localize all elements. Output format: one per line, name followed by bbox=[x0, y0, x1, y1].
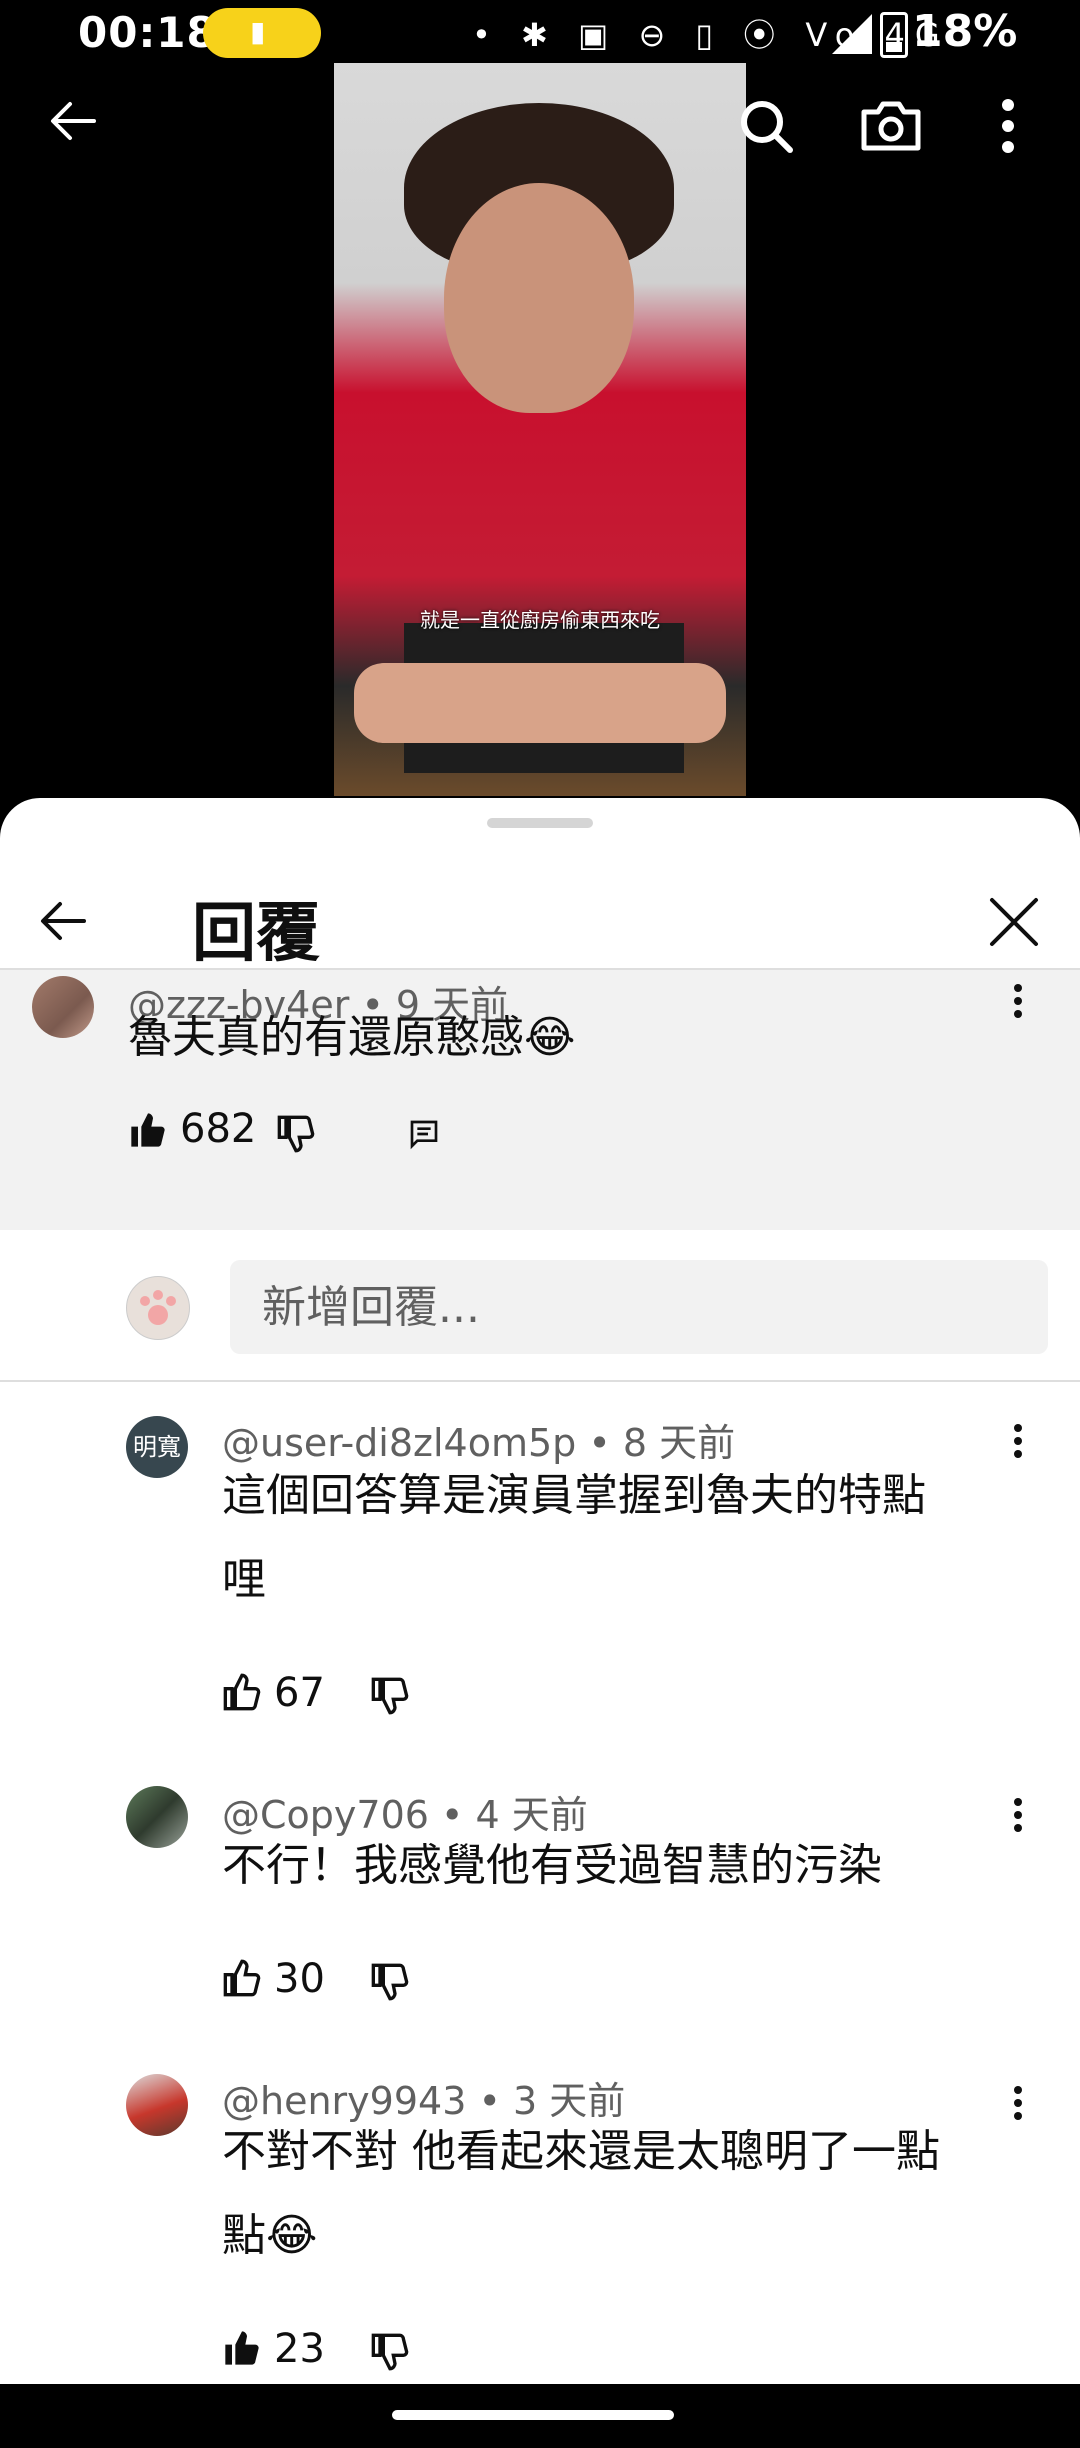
avatar[interactable] bbox=[126, 1786, 188, 1848]
comment-text: 不對不對 他看起來還是太聰明了一點 bbox=[222, 2126, 940, 2177]
more-vertical-icon[interactable] bbox=[1012, 984, 1024, 1018]
like-count: 23 bbox=[274, 2326, 325, 2372]
signal-icon bbox=[832, 14, 872, 54]
more-vertical-icon[interactable] bbox=[1000, 98, 1016, 154]
battery-bolt-icon: ▮ bbox=[250, 15, 266, 48]
thumbs-up-icon[interactable] bbox=[222, 1958, 262, 1998]
comment-text: 這個回答算是演員掌握到魯夫的特點 bbox=[222, 1470, 926, 1521]
thumbs-up-filled-icon[interactable] bbox=[128, 1110, 168, 1150]
avatar[interactable] bbox=[32, 976, 94, 1038]
thumbs-up-filled-icon[interactable] bbox=[222, 2328, 262, 2368]
like-count: 682 bbox=[180, 1106, 257, 1152]
sheet-header: 回覆 bbox=[0, 838, 1080, 971]
thumbs-up-icon[interactable] bbox=[222, 1672, 262, 1712]
close-icon[interactable] bbox=[988, 896, 1040, 948]
my-avatar bbox=[126, 1276, 190, 1340]
sheet-title: 回覆 bbox=[192, 897, 320, 971]
divider bbox=[0, 1380, 1080, 1382]
thumbs-down-icon[interactable] bbox=[370, 1676, 410, 1716]
thumbs-down-icon[interactable] bbox=[276, 1114, 316, 1154]
comment-text-continued: 哩 bbox=[222, 1554, 266, 1605]
battery-saver-pill: ▮ bbox=[203, 8, 321, 58]
comment-text-continued: 點😂 bbox=[222, 2210, 318, 2261]
video-player[interactable]: 就是一直從廚房偷東西來吃 bbox=[334, 63, 746, 796]
like-count: 67 bbox=[274, 1670, 325, 1716]
search-icon[interactable] bbox=[738, 98, 794, 154]
camera-icon[interactable] bbox=[860, 98, 922, 154]
avatar[interactable]: 明寬 bbox=[126, 1416, 188, 1478]
comment-text: 不行！我感覺他有受過智慧的污染 bbox=[222, 1840, 882, 1891]
reply-comment-icon[interactable] bbox=[408, 1118, 440, 1150]
battery-percent: 18% bbox=[912, 6, 1018, 57]
status-bar: 00:18 ▮ • ✱ ▣ ⊖ ▯ ⦿ Vo 4G 18% bbox=[0, 0, 1080, 64]
sheet-drag-handle[interactable] bbox=[487, 818, 593, 828]
reply-input[interactable] bbox=[230, 1260, 1048, 1354]
video-frame-hands bbox=[354, 663, 726, 743]
system-nav-bar bbox=[0, 2384, 1080, 2448]
more-vertical-icon[interactable] bbox=[1012, 1798, 1024, 1832]
replies-sheet: 回覆 @zzz-bv4er • 9 天前 魯夫真的有還原憨感😂 682 新增回覆… bbox=[0, 798, 1080, 2384]
add-reply-row bbox=[0, 1230, 1080, 1380]
video-subtitle: 就是一直從廚房偷東西來吃 bbox=[420, 608, 660, 632]
avatar-initials: 明寬 bbox=[133, 1433, 181, 1461]
like-count: 30 bbox=[274, 1956, 325, 2002]
comment-text: 魯夫真的有還原憨感😂 bbox=[128, 1012, 576, 1063]
back-arrow-icon[interactable] bbox=[38, 898, 88, 944]
back-arrow-icon[interactable] bbox=[48, 96, 98, 146]
avatar[interactable] bbox=[126, 2074, 188, 2136]
status-time: 00:18 bbox=[78, 8, 217, 57]
thumbs-down-icon[interactable] bbox=[370, 1962, 410, 2002]
more-vertical-icon[interactable] bbox=[1012, 2086, 1024, 2120]
home-gesture-handle[interactable] bbox=[392, 2410, 674, 2420]
paw-icon bbox=[140, 1290, 176, 1325]
thumbs-down-icon[interactable] bbox=[370, 2332, 410, 2372]
status-icons: • ✱ ▣ ⊖ ▯ ⦿ Vo 4G bbox=[472, 16, 950, 54]
video-frame-face bbox=[444, 183, 634, 413]
battery-icon bbox=[880, 12, 908, 58]
parent-comment: @zzz-bv4er • 9 天前 魯夫真的有還原憨感😂 682 bbox=[0, 970, 1080, 1230]
more-vertical-icon[interactable] bbox=[1012, 1424, 1024, 1458]
